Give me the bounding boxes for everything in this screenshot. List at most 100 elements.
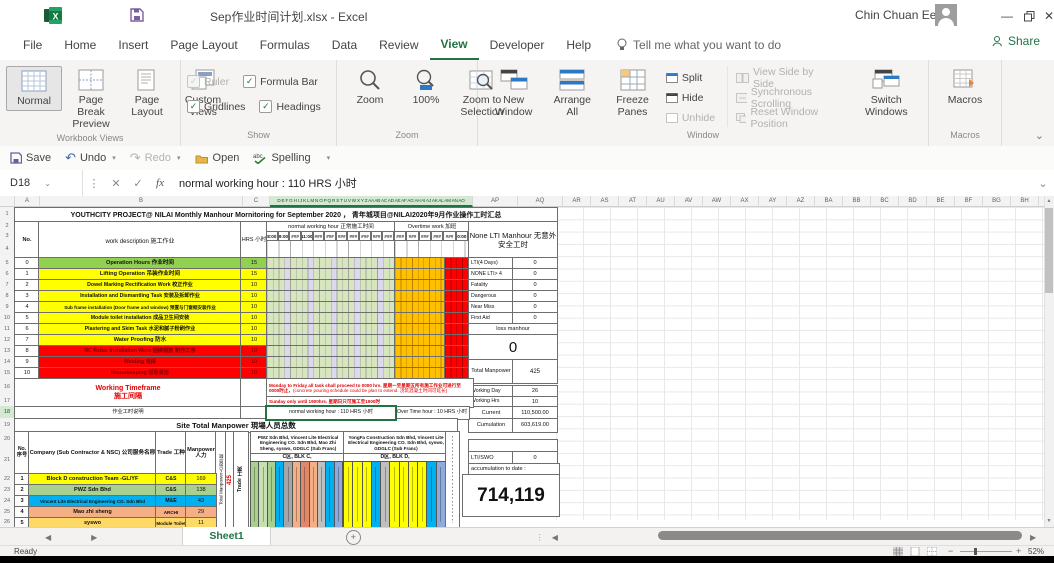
lower-hdr-manpower[interactable]: Manpower 人力 (185, 431, 217, 475)
tell-me-box[interactable]: Tell me what you want to do (616, 38, 781, 52)
trade-cell[interactable]: Module Toilet (155, 517, 187, 527)
row-number[interactable]: 1 (0, 207, 15, 222)
tab-help[interactable]: Help (555, 31, 602, 59)
arrange-all-button[interactable]: Arrange All (545, 66, 599, 121)
formula-input[interactable]: normal working hour : 110 HRS 小时 (179, 175, 1032, 191)
scrollbar-splitter[interactable]: ⋮ (536, 533, 544, 542)
trade-strip[interactable] (251, 462, 259, 527)
page-break-preview-button[interactable]: Page Break Preview (64, 66, 118, 133)
zoom-percentage[interactable]: 52% (1028, 547, 1044, 556)
save-icon[interactable] (130, 8, 144, 22)
headings-checkbox[interactable]: ✓Headings (259, 97, 320, 116)
time-labels-overtime[interactable]: ### ### ### ### ### 0:00 (394, 231, 468, 240)
tab-file[interactable]: File (12, 31, 53, 59)
col-header[interactable]: AS (591, 196, 619, 207)
trade-strip[interactable] (301, 462, 309, 527)
tab-review[interactable]: Review (368, 31, 429, 59)
tab-insert[interactable]: Insert (107, 31, 159, 59)
col-header[interactable]: AZ (787, 196, 815, 207)
company-cell[interactable]: syswo (28, 517, 157, 527)
hscroll-right-arrow[interactable]: ▶ (1030, 533, 1036, 542)
col-header[interactable]: BA (815, 196, 843, 207)
col-header[interactable]: BG (983, 196, 1011, 207)
trade-strip[interactable] (268, 462, 276, 527)
qat-save-button[interactable]: Save (10, 152, 51, 164)
timeframe-hrs-cell[interactable] (240, 378, 268, 408)
col-header[interactable]: AU (647, 196, 675, 207)
horizontal-scrollbar-thumb[interactable] (658, 531, 1022, 540)
trade-strip[interactable] (390, 462, 399, 527)
col-header-a[interactable]: A (15, 196, 40, 207)
col-header-c[interactable]: C (243, 196, 270, 207)
trade-strip[interactable] (284, 462, 292, 527)
trade-strip[interactable] (259, 462, 267, 527)
cumulation-label[interactable]: Cumulation (468, 418, 514, 433)
macros-button[interactable]: Macros (938, 66, 992, 109)
col-header[interactable]: BH (1011, 196, 1039, 207)
tab-formulas[interactable]: Formulas (249, 31, 321, 59)
row-number[interactable]: 21 (0, 447, 15, 474)
trade-strip[interactable] (409, 462, 418, 527)
zoom-out-button[interactable]: − (948, 546, 953, 556)
working-timeframe-cell[interactable]: Working Timeframe施工间隔 (14, 378, 242, 408)
loss-manhour-value[interactable]: 0 (468, 334, 558, 361)
qat-more-dropdown[interactable]: ▾ (325, 154, 331, 162)
page-layout-view-button[interactable]: Page Layout (120, 66, 174, 121)
hdr-none-lti[interactable]: None LTI Manhour 无意外安全工时 (468, 221, 558, 259)
trade-strip[interactable] (310, 462, 318, 527)
selected-cell-d18[interactable]: normal working hour : 110 HRS 小时 (266, 406, 396, 420)
formula-bar-checkbox[interactable]: ✓Formula Bar (243, 72, 318, 91)
zoom-100-button[interactable]: 100% (399, 66, 453, 109)
lower-right-rotated-notes[interactable] (445, 431, 460, 527)
col-header[interactable]: AX (731, 196, 759, 207)
zoom-slider-track[interactable] (960, 551, 1012, 552)
trade-strip[interactable] (293, 462, 301, 527)
lower-trade-rotated[interactable]: Trade 工类 (233, 431, 249, 527)
split-button[interactable]: Split (666, 68, 715, 87)
scroll-down-arrow[interactable]: ▼ (1044, 518, 1054, 526)
add-sheet-button[interactable]: + (346, 530, 361, 545)
hide-button[interactable]: Hide (666, 88, 715, 107)
share-button[interactable]: Share (992, 34, 1040, 48)
trade-strip[interactable] (418, 462, 427, 527)
row-number[interactable]: 19 (0, 418, 15, 432)
scroll-up-arrow[interactable]: ▲ (1044, 198, 1054, 206)
time-labels-normal[interactable]: 8:00 9:00 ### 11:00 ### ### ### ### ### … (266, 231, 394, 240)
col-header[interactable]: BE (927, 196, 955, 207)
fx-icon[interactable]: fx (149, 177, 171, 189)
trade-strip[interactable] (353, 462, 362, 527)
enter-icon[interactable]: ✓ (127, 177, 149, 190)
accumulation-value[interactable]: 714,119 (462, 474, 560, 517)
lower-hdr-company[interactable]: Company (Sub Contractor & NSC) 公司服务名称 (28, 431, 157, 475)
hdr-desc[interactable]: work description 施工作业 (38, 221, 242, 259)
col-header[interactable]: BD (899, 196, 927, 207)
tab-view[interactable]: View (430, 30, 479, 61)
col-header[interactable]: AY (759, 196, 787, 207)
trade-strip[interactable] (427, 462, 436, 527)
trade-strip[interactable] (335, 462, 343, 527)
tab-page-layout[interactable]: Page Layout (159, 31, 248, 59)
hdr-no[interactable]: No. (14, 221, 40, 259)
row-number[interactable]: 4 (0, 240, 15, 258)
page-layout-view-icon[interactable] (910, 547, 920, 556)
prev-sheet-arrow[interactable]: ◀ (45, 533, 51, 542)
sheet-tab-sheet1[interactable]: Sheet1 (182, 527, 270, 547)
normal-view-icon[interactable] (893, 547, 903, 556)
new-window-button[interactable]: New Window (484, 66, 543, 121)
hscroll-left-arrow[interactable]: ◀ (552, 533, 558, 542)
zoom-in-button[interactable]: + (1016, 546, 1021, 556)
trade-strip[interactable] (381, 462, 390, 527)
trade-strip[interactable] (372, 462, 381, 527)
zoom-slider-handle[interactable] (974, 548, 977, 555)
cumulation-value[interactable]: 603,619.00 (512, 418, 558, 433)
qat-open-button[interactable]: Open (195, 152, 240, 164)
close-button[interactable]: ✕ (1032, 2, 1054, 30)
col-header-aq[interactable]: AQ (518, 196, 563, 207)
vertical-scrollbar-thumb[interactable] (1045, 208, 1053, 293)
lower-hdr-trade[interactable]: Trade 工种 (155, 431, 187, 475)
col-header[interactable]: BB (843, 196, 871, 207)
col-header[interactable]: AT (619, 196, 647, 207)
trade-strip[interactable] (276, 462, 284, 527)
freeze-panes-button[interactable]: Freeze Panes (601, 66, 664, 121)
col-header-ap[interactable]: AP (473, 196, 518, 207)
